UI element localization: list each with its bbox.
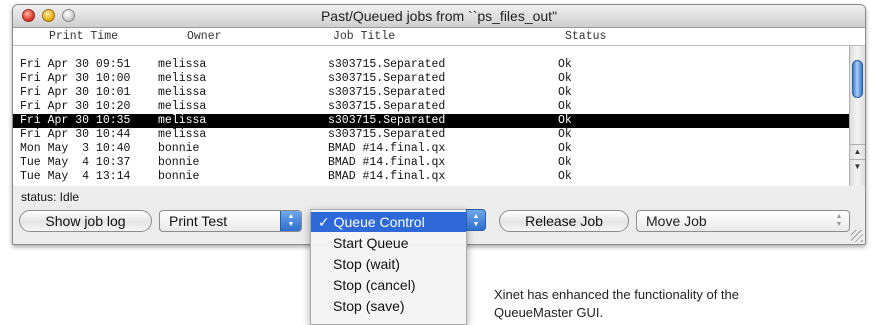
cell-owner: melissa (158, 72, 207, 85)
cell-owner: bonnie (158, 142, 200, 155)
table-row[interactable]: Mon May 3 10:40 bonnie BMAD #14.final.qx… (13, 142, 849, 156)
menu-item-queue-control[interactable]: ✓ Queue Control (311, 212, 466, 232)
cell-status: Ok (558, 170, 572, 183)
cell-owner: melissa (158, 58, 207, 71)
cell-time: Fri Apr 30 10:44 (20, 128, 131, 141)
table-row[interactable]: Fri Apr 30 09:51 melissa s303715.Separat… (13, 58, 849, 72)
table-row[interactable]: Fri Apr 30 10:00 melissa s303715.Separat… (13, 72, 849, 86)
cell-owner: bonnie (158, 156, 200, 169)
cell-status: Ok (558, 72, 572, 85)
print-test-popup[interactable]: Print Test ▲ ▼ (159, 210, 302, 232)
popup-arrows-icon: ▲ ▼ (280, 211, 301, 231)
table-row[interactable]: Fri Apr 30 10:01 melissa s303715.Separat… (13, 86, 849, 100)
cell-title: s303715.Separated (328, 114, 446, 127)
table-row[interactable]: Fri Apr 30 10:44 melissa s303715.Separat… (13, 128, 849, 142)
cell-status: Ok (558, 86, 572, 99)
move-job-popup-label: Move Job (646, 213, 707, 229)
cell-status: Ok (558, 100, 572, 113)
cell-status: Ok (558, 128, 572, 141)
title-bar[interactable]: Past/Queued jobs from ``ps_files_out" (13, 5, 865, 28)
table-row[interactable]: Tue May 4 13:14 bonnie BMAD #14.final.qx… (13, 170, 849, 184)
move-job-popup[interactable]: Move Job ▲ ▼ (636, 210, 850, 232)
scroll-thumb[interactable] (852, 60, 863, 98)
column-header-job-title[interactable]: Job Title (333, 30, 395, 43)
scroll-up-icon[interactable]: ▲ (850, 144, 865, 159)
cell-owner: melissa (158, 86, 207, 99)
menu-item-stop-wait[interactable]: Stop (wait) (311, 254, 466, 274)
release-job-button[interactable]: Release Job (499, 210, 629, 232)
cell-title: BMAD #14.final.qx (328, 156, 446, 169)
cell-time: Fri Apr 30 09:51 (20, 58, 131, 71)
queue-control-menu[interactable]: ✓ Queue Control Start Queue Stop (wait) … (310, 209, 467, 325)
cell-status: Ok (558, 58, 572, 71)
column-header-owner[interactable]: Owner (187, 30, 222, 43)
jobs-list[interactable]: Fri Apr 30 09:51 melissa s303715.Separat… (13, 46, 849, 186)
column-header-print-time[interactable]: Print Time (49, 30, 118, 43)
table-row[interactable]: Tue May 4 10:37 bonnie BMAD #14.final.qx… (13, 156, 849, 170)
cell-owner: bonnie (158, 170, 200, 183)
cell-title: s303715.Separated (328, 58, 446, 71)
cell-title: BMAD #14.final.qx (328, 142, 446, 155)
cell-status: Ok (558, 156, 572, 169)
scroll-down-icon[interactable]: ▼ (850, 159, 865, 174)
vertical-scrollbar[interactable]: ▲ ▼ (849, 46, 865, 186)
cell-time: Mon May 3 10:40 (20, 142, 131, 155)
cell-owner: melissa (158, 114, 207, 127)
cell-time: Tue May 4 10:37 (20, 156, 131, 169)
caption: Xinet has enhanced the functionality of … (494, 286, 739, 322)
cell-owner: melissa (158, 100, 207, 113)
cell-title: BMAD #14.final.qx (328, 170, 446, 183)
caption-line: QueueMaster GUI. (494, 305, 604, 320)
cell-time: Fri Apr 30 10:00 (20, 72, 131, 85)
cell-title: s303715.Separated (328, 72, 446, 85)
cell-title: s303715.Separated (328, 100, 446, 113)
show-job-log-button[interactable]: Show job log (19, 210, 152, 232)
cell-time: Fri Apr 30 10:20 (20, 100, 131, 113)
popup-arrows-icon: ▲ ▼ (835, 213, 843, 228)
list-header: Print Time Owner Job Title Status (13, 28, 865, 46)
menu-item-stop-cancel[interactable]: Stop (cancel) (311, 275, 466, 295)
caption-line: Xinet has enhanced the functionality of … (494, 287, 740, 302)
cell-status: Ok (558, 114, 572, 127)
status-text: status: Idle (21, 190, 80, 204)
table-row[interactable]: Fri Apr 30 10:20 melissa s303715.Separat… (13, 100, 849, 114)
cell-owner: melissa (158, 128, 207, 141)
cell-status: Ok (558, 142, 572, 155)
cell-time: Fri Apr 30 10:35 (20, 114, 131, 127)
menu-item-stop-save[interactable]: Stop (save) (311, 296, 466, 316)
column-header-status[interactable]: Status (565, 30, 606, 43)
cell-time: Tue May 4 13:14 (20, 170, 131, 183)
cell-title: s303715.Separated (328, 128, 446, 141)
table-row-selected[interactable]: Fri Apr 30 10:35 melissa s303715.Separat… (13, 114, 849, 128)
menu-item-start-queue[interactable]: Start Queue (311, 233, 466, 253)
window-title: Past/Queued jobs from ``ps_files_out" (320, 8, 558, 24)
cell-time: Fri Apr 30 10:01 (20, 86, 131, 99)
print-test-popup-label: Print Test (169, 213, 228, 229)
popup-arrows-icon[interactable]: ▲ ▼ (466, 209, 486, 231)
resize-grip-icon[interactable] (851, 230, 863, 242)
cell-title: s303715.Separated (328, 86, 446, 99)
